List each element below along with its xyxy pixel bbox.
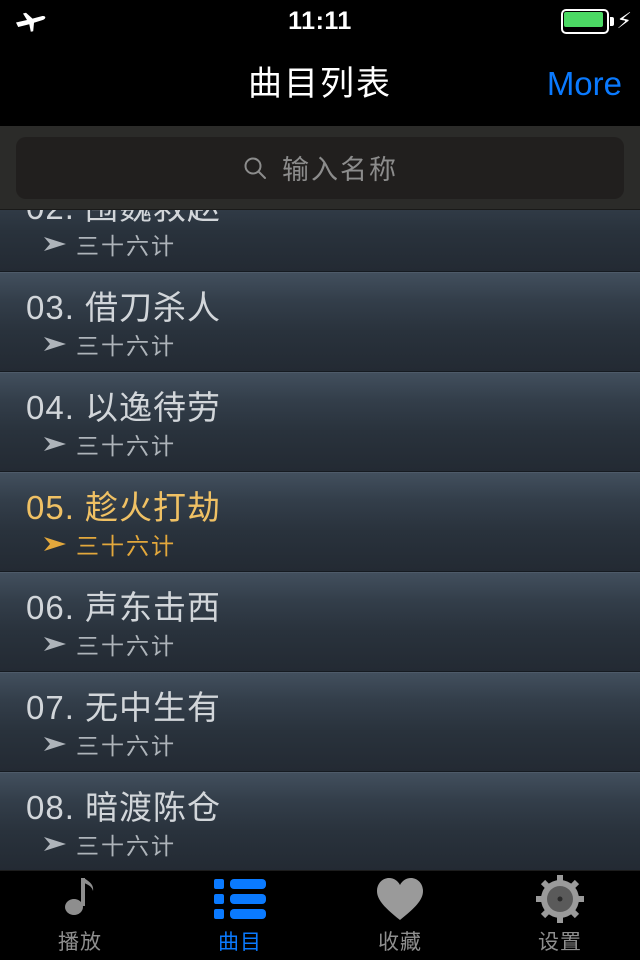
track-row[interactable]: 08. 暗渡陈仓三十六计 (0, 772, 640, 870)
app-screen: 11:11 ⚡ 曲目列表 More 输入名称 02. 围魏 (0, 0, 640, 960)
track-row[interactable]: 04. 以逸待劳三十六计 (0, 372, 640, 472)
track-subtitle-group: 三十六计 (44, 727, 176, 761)
track-title: 04. 以逸待劳 (26, 389, 222, 426)
page-title: 曲目列表 (248, 65, 392, 103)
tab-settings[interactable]: 设置 (480, 871, 640, 960)
music-note-icon (60, 876, 100, 922)
track-title: 05. 趁火打劫 (26, 489, 222, 526)
track-row[interactable]: 02. 围魏救赵三十六计 (0, 210, 640, 272)
track-album: 三十六计 (76, 333, 176, 359)
search-bar: 输入名称 (0, 126, 640, 210)
track-row[interactable]: 07. 无中生有三十六计 (0, 672, 640, 772)
track-title: 06. 声东击西 (26, 589, 222, 626)
track-row[interactable]: 06. 声东击西三十六计 (0, 572, 640, 672)
track-subtitle-group: 三十六计 (44, 627, 176, 661)
track-subtitle-group: 三十六计 (44, 327, 176, 361)
track-title: 03. 借刀杀人 (26, 289, 222, 326)
track-title: 08. 暗渡陈仓 (26, 789, 222, 826)
track-row[interactable]: 03. 借刀杀人三十六计 (0, 272, 640, 372)
play-arrow-icon (44, 537, 66, 551)
status-right-cluster: ⚡ (560, 8, 632, 34)
track-album: 三十六计 (76, 433, 176, 459)
track-album: 三十六计 (76, 233, 176, 259)
battery-icon (560, 8, 615, 34)
track-row[interactable]: 05. 趁火打劫三十六计 (0, 472, 640, 572)
play-arrow-icon (44, 337, 66, 351)
tab-tracks[interactable]: 曲目 (160, 871, 320, 960)
play-arrow-icon (44, 837, 66, 851)
tab-label-favorites: 收藏 (378, 930, 422, 954)
navigation-bar: 曲目列表 More (0, 42, 640, 126)
heart-icon (375, 876, 425, 922)
search-input[interactable]: 输入名称 (16, 136, 624, 199)
search-placeholder: 输入名称 (282, 155, 398, 185)
track-album: 三十六计 (76, 633, 176, 659)
track-album: 三十六计 (76, 733, 176, 759)
play-arrow-icon (44, 437, 66, 451)
status-time: 11:11 (288, 7, 352, 35)
track-list[interactable]: 02. 围魏救赵三十六计03. 借刀杀人三十六计04. 以逸待劳三十六计05. … (0, 210, 640, 870)
tab-label-settings: 设置 (538, 930, 582, 954)
track-title: 07. 无中生有 (26, 689, 222, 726)
play-arrow-icon (44, 237, 66, 251)
tab-label-tracks: 曲目 (218, 930, 262, 954)
gear-icon (536, 874, 584, 923)
play-arrow-icon (44, 637, 66, 651)
list-icon (214, 876, 266, 922)
play-arrow-icon (44, 737, 66, 751)
search-icon (244, 157, 266, 179)
track-subtitle-group: 三十六计 (44, 527, 176, 561)
track-subtitle-group: 三十六计 (44, 427, 176, 461)
tab-bar: 播放 曲目 收藏 设置 (0, 870, 640, 960)
track-album: 三十六计 (76, 533, 176, 559)
more-button[interactable]: More (547, 42, 622, 126)
status-bar: 11:11 ⚡ (0, 0, 640, 42)
tab-play[interactable]: 播放 (0, 871, 160, 960)
tab-favorites[interactable]: 收藏 (320, 871, 480, 960)
track-album: 三十六计 (76, 833, 176, 859)
tab-label-play: 播放 (58, 930, 102, 954)
lightning-bolt-icon: ⚡ (616, 8, 632, 33)
track-subtitle-group: 三十六计 (44, 827, 176, 861)
track-subtitle-group: 三十六计 (44, 227, 176, 261)
